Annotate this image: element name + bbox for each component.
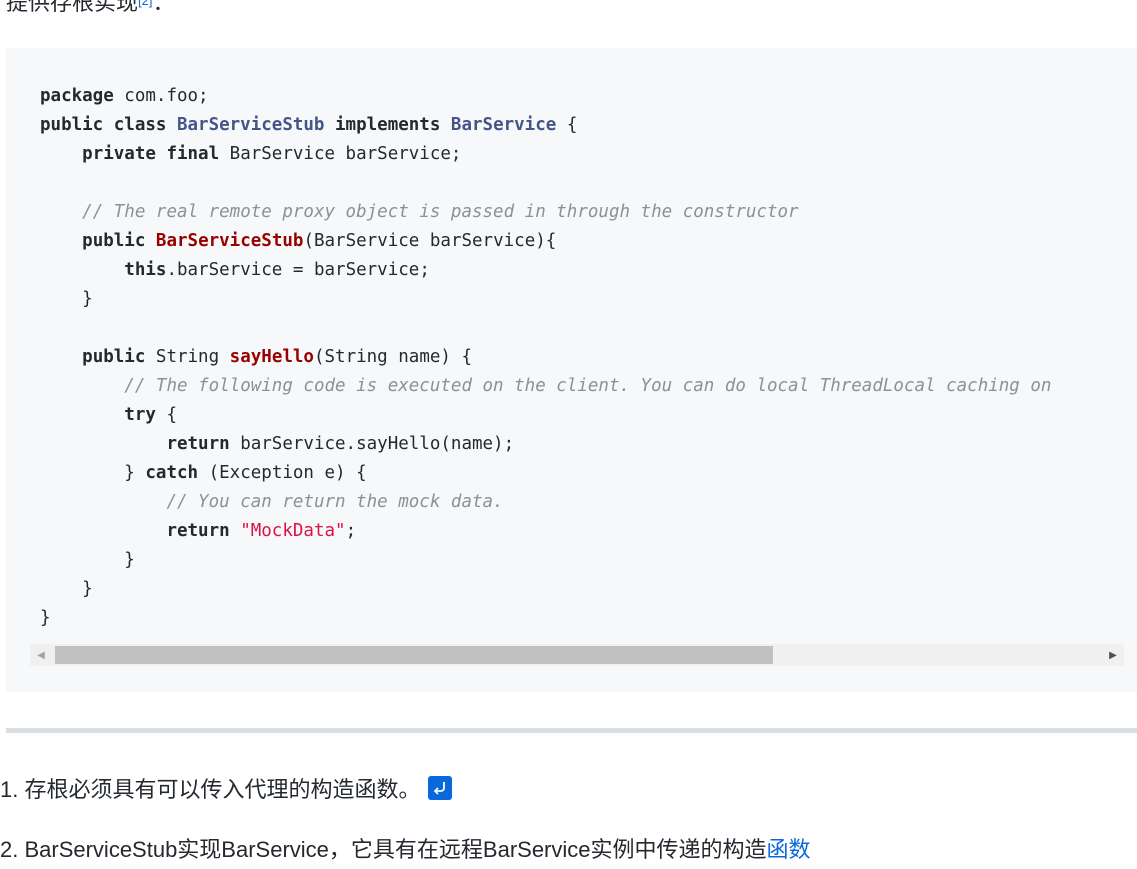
code-line-empty — [40, 169, 1051, 198]
code-line: this.barService = barService; — [40, 256, 1051, 285]
section-divider — [6, 728, 1137, 733]
intro-text: 提供存根实现[2]： — [6, 0, 175, 16]
code-line: } — [40, 575, 1051, 604]
code-comment: // You can return the mock data. — [166, 492, 504, 512]
code-line: public class BarServiceStub implements B… — [40, 111, 1051, 140]
code-line: } catch (Exception e) { — [40, 459, 1051, 488]
code-string: "MockData" — [240, 521, 346, 541]
code-text: BarService barService; — [219, 144, 462, 164]
code-function-name: BarServiceStub — [155, 231, 304, 251]
code-keyword: try — [124, 405, 156, 425]
code-comment: // The real remote proxy object is passe… — [82, 202, 799, 222]
code-keyword: return — [166, 521, 230, 541]
code-text: } — [82, 289, 93, 309]
function-link[interactable]: 函数 — [767, 837, 811, 862]
code-class-name: BarServiceStub — [176, 115, 325, 135]
intro-label: 提供存根实现 — [6, 0, 139, 15]
code-text: } — [40, 608, 51, 628]
code-line: } — [40, 285, 1051, 314]
code-text: ; — [345, 521, 357, 541]
code-text: } — [82, 579, 93, 599]
return-arrow-icon[interactable] — [428, 776, 453, 800]
scroll-right-arrow-icon[interactable]: ▶ — [1102, 644, 1124, 666]
code-keyword: implements — [324, 115, 451, 135]
code-line-empty — [40, 314, 1051, 343]
list-item: 1. 存根必须具有可以传入代理的构造函数。 — [0, 776, 453, 804]
code-line: // You can return the mock data. — [40, 488, 1051, 517]
code-text: } — [124, 463, 146, 483]
code-text: String — [145, 347, 230, 367]
code-text: barService.sayHello(name); — [229, 434, 515, 454]
code-keyword: this — [124, 260, 167, 280]
code-line: // The following code is executed on the… — [40, 372, 1051, 401]
scrollbar-thumb[interactable] — [55, 646, 773, 664]
code-line: try { — [40, 401, 1051, 430]
code-block: package com.foo; public class BarServiceS… — [6, 48, 1137, 692]
code-line: return "MockData"; — [40, 517, 1051, 546]
list-item-text: 1. 存根必须具有可以传入代理的构造函数。 — [0, 777, 421, 802]
list-item-text: 2. BarServiceStub实现BarService，它具有在远程BarS… — [0, 837, 767, 862]
code-content: package com.foo; public class BarServiceS… — [40, 82, 1051, 633]
code-line: return barService.sayHello(name); — [40, 430, 1051, 459]
code-text: } — [124, 550, 135, 570]
code-keyword: package — [40, 86, 114, 106]
code-text: .barService = barService; — [166, 260, 430, 280]
code-keyword: return — [166, 434, 230, 454]
code-text: (String name) { — [313, 347, 473, 367]
code-class-name: BarService — [450, 115, 557, 135]
intro-suffix: ： — [152, 0, 175, 15]
code-keyword: catch — [145, 463, 199, 483]
code-line: private final BarService barService; — [40, 140, 1051, 169]
code-function-name: sayHello — [229, 347, 314, 367]
code-text: (Exception e) { — [198, 463, 367, 483]
list-item: 2. BarServiceStub实现BarService，它具有在远程BarS… — [0, 836, 811, 864]
code-text: (BarService barService){ — [303, 231, 557, 251]
code-text: { — [155, 405, 177, 425]
code-comment: // The following code is executed on the… — [124, 376, 1052, 396]
code-line: public BarServiceStub(BarService barServ… — [40, 227, 1051, 256]
code-keyword: public — [82, 347, 146, 367]
code-line: } — [40, 546, 1051, 575]
footnote-link[interactable]: [2] — [138, 0, 152, 8]
code-line: public String sayHello(String name) { — [40, 343, 1051, 372]
code-line: // The real remote proxy object is passe… — [40, 198, 1051, 227]
code-line: package com.foo; — [40, 82, 1051, 111]
horizontal-scrollbar[interactable]: ◀ ▶ — [30, 644, 1124, 666]
code-text: com.foo; — [113, 86, 209, 106]
code-keyword: public — [82, 231, 156, 251]
scroll-left-arrow-icon[interactable]: ◀ — [30, 644, 52, 666]
code-line: } — [40, 604, 1051, 633]
code-keyword: public class — [40, 115, 177, 135]
code-text: { — [556, 115, 578, 135]
code-keyword: private final — [82, 144, 220, 164]
